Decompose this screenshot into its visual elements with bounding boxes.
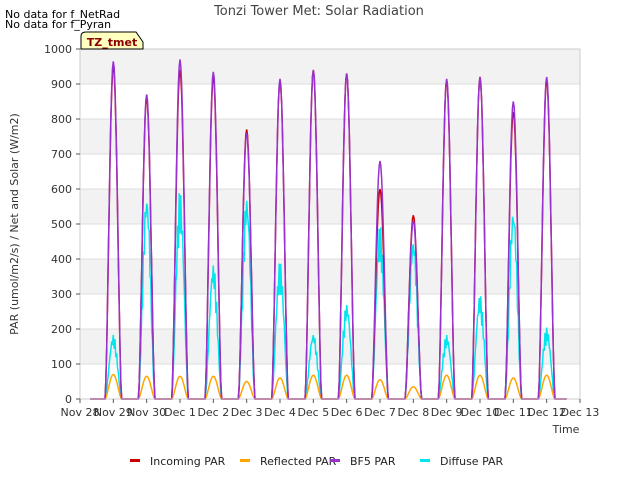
plot-band [80,154,580,189]
legend-swatch [330,459,340,462]
site-badge: TZ_tmet [80,31,144,50]
y-tick-label: 500 [51,218,72,231]
y-tick-label: 400 [51,253,72,266]
solar-radiation-chart: Tonzi Tower Met: Solar Radiation 0 100 200… [8,4,600,468]
plot-band [80,224,580,259]
x-tick-label: Dec 7 [364,406,396,419]
x-tick-label: Dec 6 [331,406,363,419]
x-tick-label: Dec 5 [297,406,329,419]
legend-label: Diffuse PAR [440,455,504,468]
legend-label: Reflected PAR [260,455,337,468]
plot-band [80,259,580,294]
legend-swatch [420,459,430,462]
y-tick-label: 0 [65,393,72,406]
x-tick-label: Dec 2 [197,406,229,419]
y-tick-label: 1000 [44,43,72,56]
x-tick-label: Dec 1 [164,406,196,419]
y-tick-label: 100 [51,358,72,371]
y-tick-label: 700 [51,148,72,161]
plot-band [80,329,580,364]
plot-band [80,119,580,154]
plot-band [80,84,580,119]
y-tick-label: 600 [51,183,72,196]
y-axis-label: PAR (umol/m2/s) / Net and Solar (W/m2) [8,113,21,335]
plot-band [80,49,580,84]
x-tick-label: Dec 4 [264,406,296,419]
plot-band [80,294,580,329]
legend-label: Incoming PAR [150,455,226,468]
chart-title: Tonzi Tower Met: Solar Radiation [213,4,424,19]
x-axis-label: Time [552,423,580,436]
y-tick-label: 800 [51,113,72,126]
y-tick-label: 200 [51,323,72,336]
x-tick-label: Nov 30 [127,406,166,419]
legend-swatch [240,459,250,462]
y-tick-label: 300 [51,288,72,301]
legend-label: BF5 PAR [350,455,396,468]
site-badge-label: TZ_tmet [87,36,137,49]
y-tick-label: 900 [51,78,72,91]
x-tick-label: Dec 9 [431,406,463,419]
x-tick-label: Dec 3 [231,406,263,419]
x-tick-label: Dec 13 [561,406,600,419]
x-tick-label: Dec 8 [397,406,429,419]
legend-swatch [130,459,140,462]
plot-band [80,189,580,224]
